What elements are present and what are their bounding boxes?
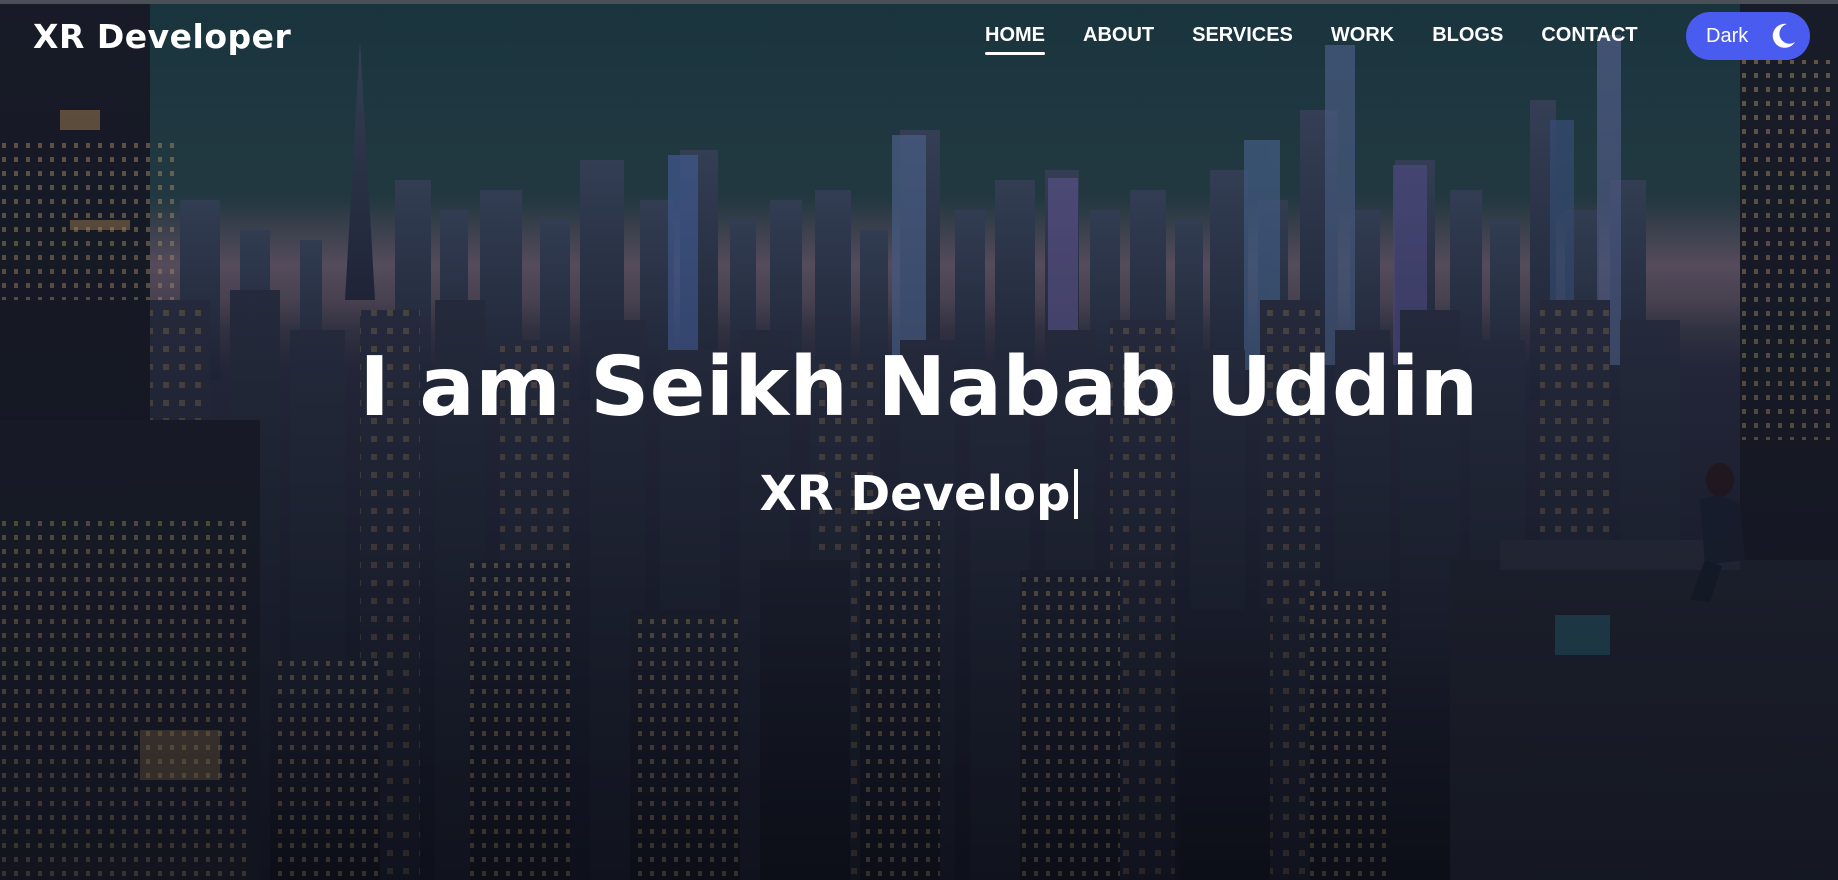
nav-blogs[interactable]: BLOGS	[1432, 24, 1503, 55]
typing-cursor	[1074, 469, 1079, 519]
moon-icon	[1768, 21, 1798, 51]
nav-services[interactable]: SERVICES	[1192, 24, 1293, 55]
hero-title: I am Seikh Nabab Uddin	[359, 340, 1479, 435]
hero-section: I am Seikh Nabab Uddin XR Develop	[0, 338, 1838, 524]
theme-toggle-button[interactable]: Dark	[1686, 12, 1810, 60]
page: XR Developer HOME ABOUT SERVICES WORK BL…	[0, 0, 1838, 880]
top-rule	[0, 0, 1838, 4]
nav-about[interactable]: ABOUT	[1083, 24, 1154, 55]
nav-work[interactable]: WORK	[1331, 24, 1394, 55]
main-nav: HOME ABOUT SERVICES WORK BLOGS CONTACT	[985, 24, 1638, 55]
typed-text: XR Develop	[759, 466, 1071, 522]
nav-home[interactable]: HOME	[985, 24, 1045, 55]
site-header: XR Developer HOME ABOUT SERVICES WORK BL…	[0, 4, 1838, 74]
brand-logo[interactable]: XR Developer	[33, 17, 291, 56]
theme-toggle-label: Dark	[1706, 24, 1749, 47]
nav-contact[interactable]: CONTACT	[1541, 24, 1637, 55]
hero-role: XR Develop	[760, 464, 1079, 524]
